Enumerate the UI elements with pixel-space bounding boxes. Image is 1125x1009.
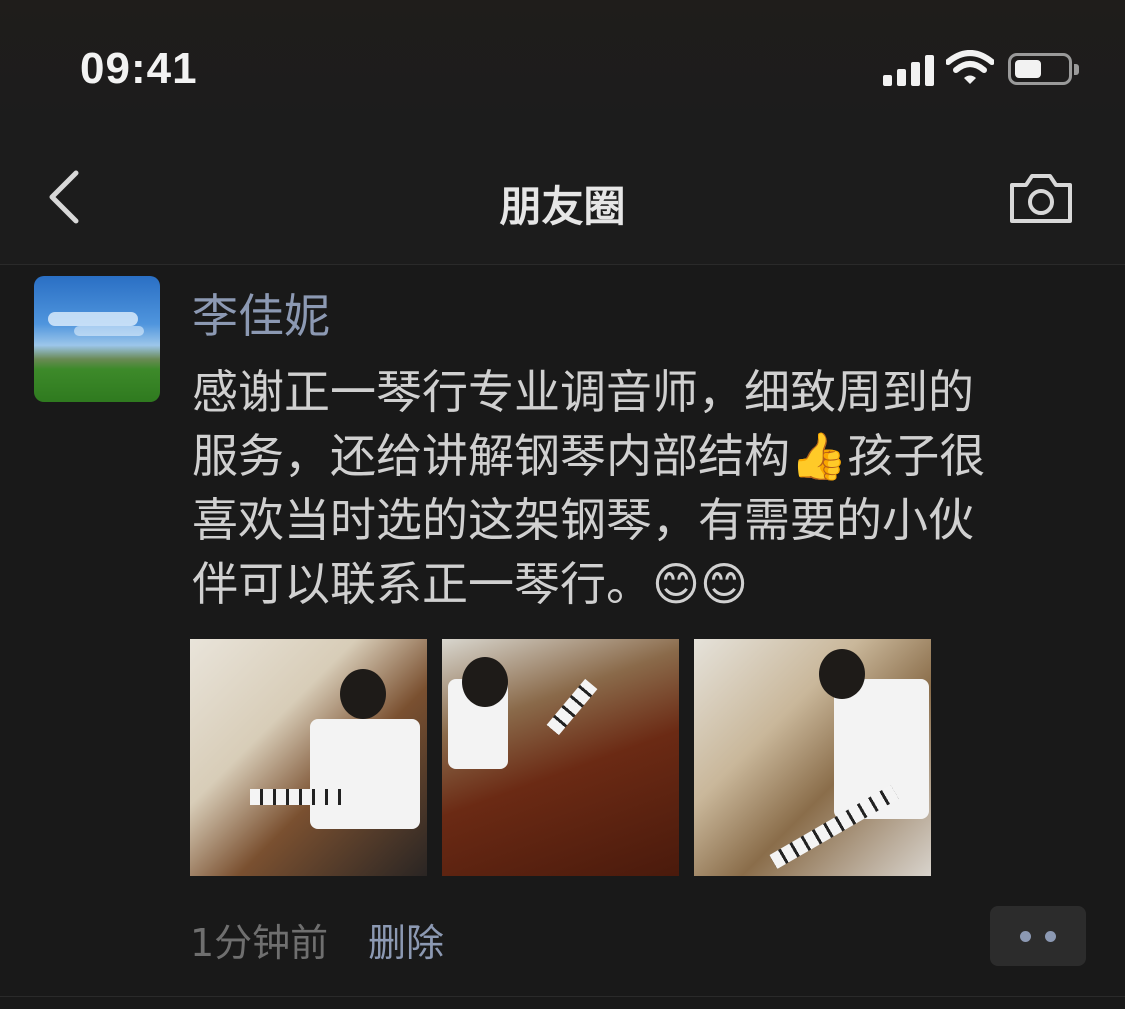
cellular-signal-icon <box>883 54 935 86</box>
divider <box>0 996 1125 997</box>
post-text-line: 伴可以联系正一琴行。😊😊 <box>192 557 748 611</box>
post-text-line: 喜欢当时选的这架钢琴，有需要的小伙 <box>192 493 974 547</box>
nav-bar: 朋友圈 <box>0 135 1125 265</box>
post-photo-2[interactable] <box>442 639 679 876</box>
status-time: 09:41 <box>80 44 198 93</box>
delete-button[interactable]: 删除 <box>368 912 444 967</box>
battery-icon <box>1008 53 1079 85</box>
post-photo-3[interactable] <box>694 639 931 876</box>
post-text: 感谢正一琴行专业调音师，细致周到的 服务，还给讲解钢琴内部结构👍孩子很 喜欢当时… <box>192 360 1092 616</box>
more-actions-button[interactable] <box>990 906 1086 966</box>
post-author-name[interactable]: 李佳妮 <box>192 280 330 346</box>
post-photo-1[interactable] <box>190 639 427 876</box>
post-text-line: 服务，还给讲解钢琴内部结构👍孩子很 <box>192 429 986 483</box>
wifi-icon <box>946 50 994 84</box>
page-title: 朋友圈 <box>499 182 626 231</box>
camera-icon[interactable] <box>1008 171 1074 225</box>
avatar[interactable] <box>34 276 160 402</box>
status-bar: 09:41 <box>0 0 1125 135</box>
post-text-line: 感谢正一琴行专业调音师，细致周到的 <box>192 365 974 419</box>
post-timestamp: 1分钟前 <box>190 921 329 965</box>
